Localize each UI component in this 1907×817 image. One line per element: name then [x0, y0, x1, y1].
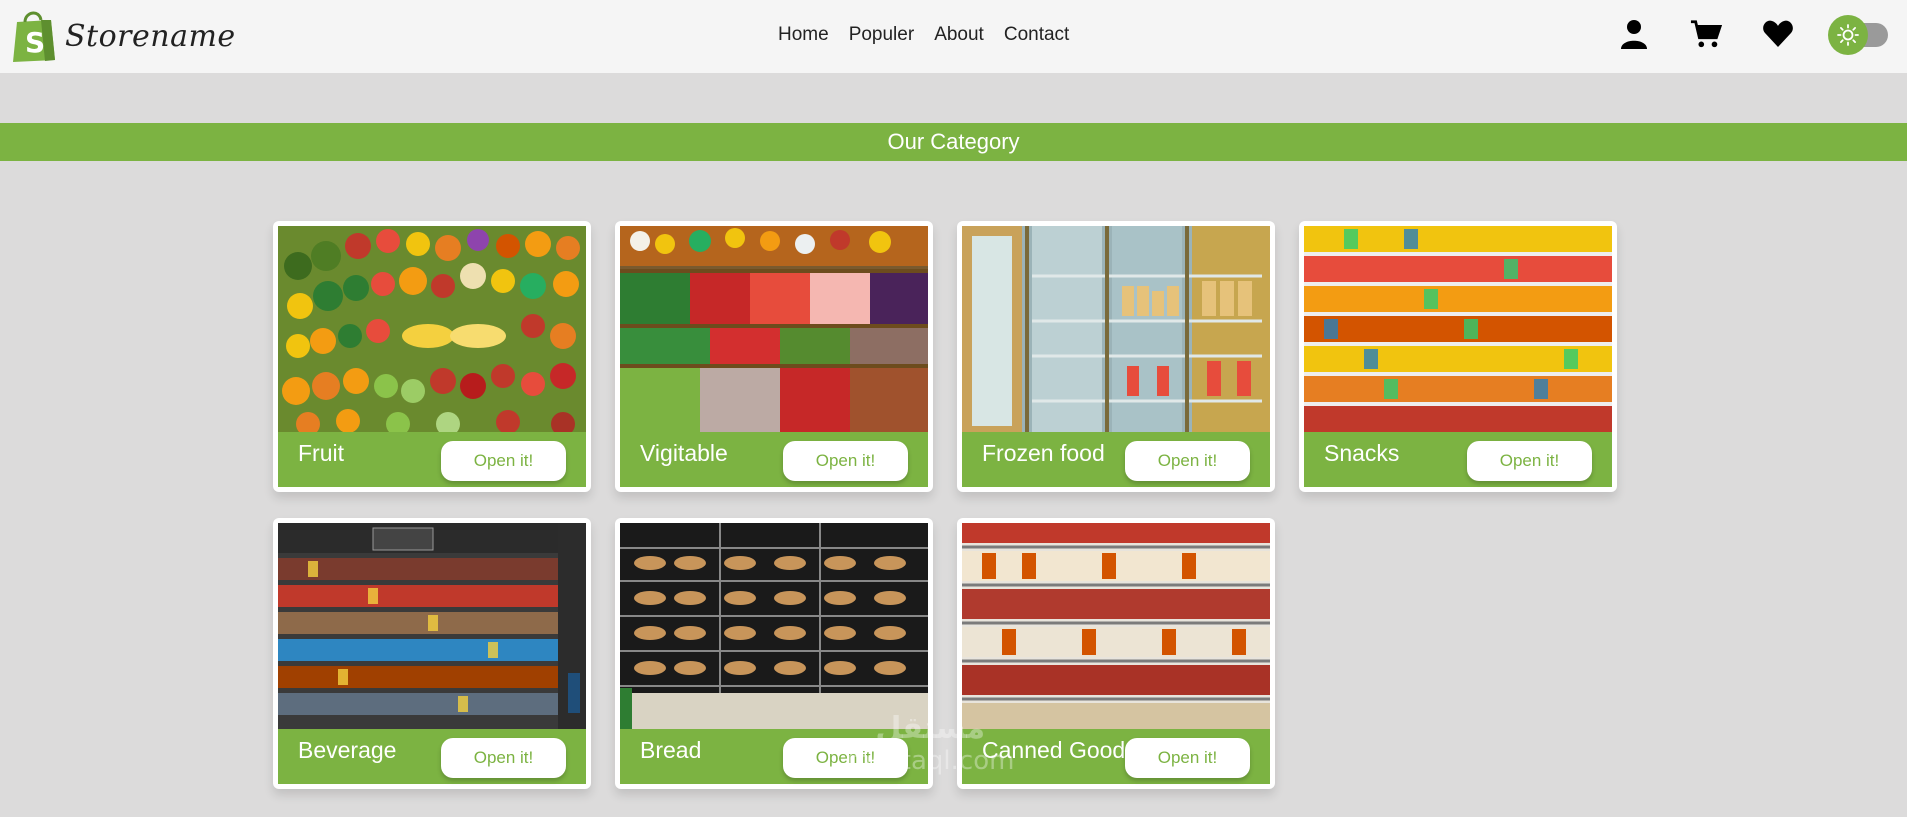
category-banner: Our Category: [0, 123, 1907, 161]
bread-photo: [620, 523, 928, 729]
navbar: S Storename Home Populer About Contact: [0, 0, 1907, 73]
main-nav: Home Populer About Contact: [778, 24, 1069, 46]
vegetable-photo: [620, 226, 928, 432]
category-title: Bread: [640, 737, 702, 763]
theme-toggle[interactable]: [1828, 15, 1890, 55]
card-footer: Fruit Open it!: [278, 432, 586, 487]
canned-goods-photo: [962, 523, 1270, 729]
cart-icon[interactable]: [1686, 14, 1726, 54]
open-vegetable-button[interactable]: Open it!: [783, 441, 908, 481]
category-title: Vigitable: [640, 440, 728, 466]
user-icon[interactable]: [1614, 14, 1654, 54]
snacks-photo: [1304, 226, 1612, 432]
store-logo[interactable]: S Storename: [11, 10, 236, 62]
category-card-frozen-food: Frozen food Open it!: [957, 221, 1275, 492]
watermark-arabic: مستقل: [875, 711, 986, 746]
open-fruit-button[interactable]: Open it!: [441, 441, 566, 481]
category-title: Fruit: [298, 440, 344, 466]
frozen-food-photo: [962, 226, 1270, 432]
watermark-latin: mostaql.com: [846, 746, 1015, 776]
category-card-fruit: Fruit Open it!: [273, 221, 591, 492]
category-card-vegetable: Vigitable Open it!: [615, 221, 933, 492]
nav-about[interactable]: About: [934, 24, 984, 46]
shopping-bag-icon: S: [13, 11, 55, 62]
open-beverage-button[interactable]: Open it!: [441, 738, 566, 778]
watermark: مستقل mostaql.com: [846, 713, 1014, 777]
nav-icons: [1582, 14, 1890, 55]
fruit-photo: [278, 226, 586, 432]
category-title: Snacks: [1324, 440, 1400, 466]
nav-home[interactable]: Home: [778, 24, 829, 46]
svg-text:S: S: [25, 26, 45, 59]
open-snacks-button[interactable]: Open it!: [1467, 441, 1592, 481]
card-footer: Snacks Open it!: [1304, 432, 1612, 487]
beverage-photo: [278, 523, 586, 729]
nav-contact[interactable]: Contact: [1004, 24, 1069, 46]
sun-icon: [1828, 15, 1868, 55]
card-footer: Frozen food Open it!: [962, 432, 1270, 487]
card-footer: Vigitable Open it!: [620, 432, 928, 487]
nav-populer[interactable]: Populer: [849, 24, 915, 46]
card-footer: Beverage Open it!: [278, 729, 586, 784]
heart-icon[interactable]: [1758, 14, 1798, 54]
category-card-beverage: Beverage Open it!: [273, 518, 591, 789]
banner-title: Our Category: [887, 129, 1020, 154]
open-frozen-food-button[interactable]: Open it!: [1125, 441, 1250, 481]
store-name: Storename: [65, 18, 236, 54]
category-title: Beverage: [298, 737, 397, 763]
category-title: Frozen food: [982, 440, 1105, 466]
category-card-snacks: Snacks Open it!: [1299, 221, 1617, 492]
open-canned-goods-button[interactable]: Open it!: [1125, 738, 1250, 778]
